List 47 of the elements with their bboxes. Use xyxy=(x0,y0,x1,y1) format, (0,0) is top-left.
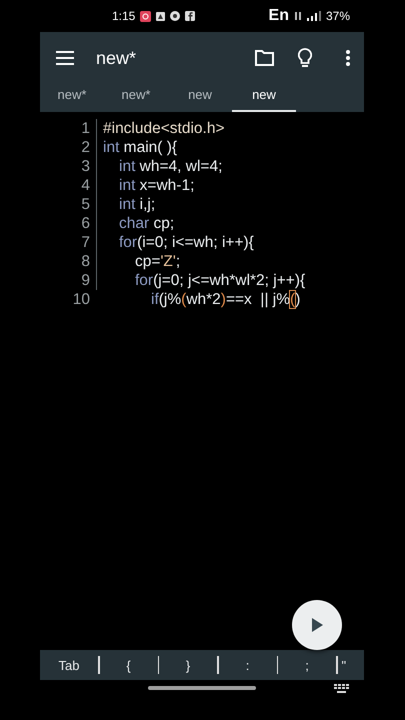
code-line: for(j=0; j<=wh*wl*2; j++){ xyxy=(135,271,306,290)
code-line: #include<stdio.h> xyxy=(103,119,225,138)
code-line: int i,j; xyxy=(119,195,156,214)
code-line: int wh=4, wl=4; xyxy=(119,157,222,176)
notification-icon xyxy=(170,11,180,21)
lightbulb-icon[interactable] xyxy=(298,48,312,68)
keyboard-icon[interactable] xyxy=(334,684,350,694)
notification-icon xyxy=(140,10,152,22)
run-button[interactable] xyxy=(292,600,342,650)
line-number: 9 xyxy=(80,271,90,290)
code-line: int main( ){ xyxy=(103,138,178,157)
network-icon xyxy=(294,11,302,21)
code-line: for(i=0; i<=wh; i++){ xyxy=(119,233,254,252)
notification-icon xyxy=(156,12,166,20)
code-line: if(j%(wh*2)==x || j%() xyxy=(151,290,300,309)
symbol-key[interactable]: } xyxy=(159,650,217,680)
menu-icon[interactable] xyxy=(56,51,74,65)
code-line: cp='Z'; xyxy=(135,252,180,271)
line-number: 4 xyxy=(80,176,90,195)
play-icon xyxy=(311,618,323,632)
symbol-key[interactable]: { xyxy=(100,650,158,680)
symbol-key[interactable]: " xyxy=(338,650,348,680)
line-number: 2 xyxy=(80,138,90,157)
symbol-key[interactable]: Tab xyxy=(40,650,98,680)
file-title: new* xyxy=(96,48,138,68)
line-number: 8 xyxy=(80,252,90,271)
signal-icon xyxy=(306,11,321,21)
status-time: 1:15 xyxy=(112,9,136,23)
file-tab[interactable]: new xyxy=(232,84,296,112)
symbol-key[interactable]: : xyxy=(218,650,276,680)
line-number: 6 xyxy=(80,214,90,233)
more-icon[interactable] xyxy=(346,50,350,66)
line-number: 7 xyxy=(80,233,90,252)
line-number: 3 xyxy=(80,157,90,176)
facebook-icon xyxy=(185,11,196,21)
file-tab[interactable]: new* xyxy=(40,84,104,112)
symbol-key[interactable]: ; xyxy=(278,650,336,680)
code-line: char cp; xyxy=(119,214,174,233)
line-number: 5 xyxy=(80,195,90,214)
file-tab[interactable]: new xyxy=(168,84,232,112)
line-number: 1 xyxy=(80,119,90,138)
line-number: 10 xyxy=(72,290,90,309)
code-line: int x=wh-1; xyxy=(119,176,194,195)
file-tab[interactable]: new* xyxy=(104,84,168,112)
folder-icon[interactable] xyxy=(255,50,274,66)
battery-level: 37% xyxy=(326,9,350,23)
language-indicator: En xyxy=(268,7,289,25)
